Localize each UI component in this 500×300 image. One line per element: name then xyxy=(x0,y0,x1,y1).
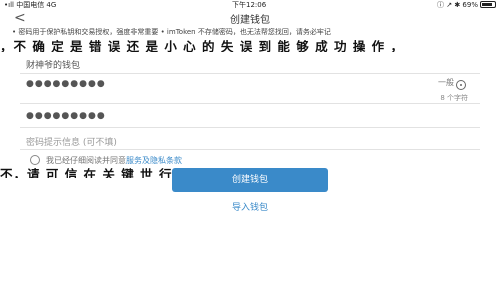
battery-icon xyxy=(480,1,496,8)
password-strength: 一般 xyxy=(438,78,454,87)
password-hint-input[interactable]: 密码提示信息 (可不填) xyxy=(26,135,117,148)
overlay-caption-top: ，不 确 定 是 错 误 还 是 小 心 的 失 误 到 能 够 成 功 操 作… xyxy=(0,39,405,52)
confirm-password-field[interactable]: ●●●●●●●●● xyxy=(20,104,480,128)
status-bar: •ıll 中国电信 4G 下午12:06 ⓘ ↗ ✱ 69% xyxy=(0,0,500,9)
password-input[interactable]: ●●●●●●●●● xyxy=(26,79,106,89)
create-wallet-button[interactable]: 创建钱包 xyxy=(172,168,328,192)
page-title: 创建钱包 xyxy=(230,15,270,26)
wallet-name-value: 财神爷的钱包 xyxy=(26,61,81,71)
import-wallet-link[interactable]: 导入钱包 xyxy=(0,200,500,213)
nav-bar: < 创建钱包 xyxy=(0,9,500,29)
password-rule: 8 个字符 xyxy=(440,94,468,102)
eye-icon[interactable] xyxy=(456,80,466,90)
password-hint-field[interactable]: 密码提示信息 (可不填) xyxy=(20,128,480,150)
wallet-name-field[interactable]: 财神爷的钱包 xyxy=(20,52,480,74)
password-field[interactable]: ●●●●●●●●● 一般 8 个字符 xyxy=(20,74,480,104)
confirm-password-input[interactable]: ●●●●●●●●● xyxy=(26,111,106,121)
